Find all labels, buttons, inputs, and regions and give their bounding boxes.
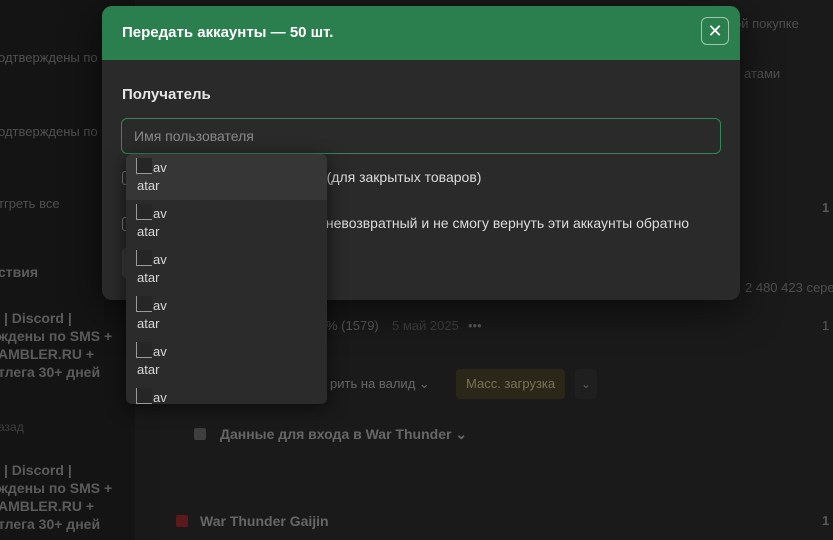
bg-login-data-label: Данные для входа в War Thunder ⌄ — [220, 426, 468, 442]
bg-gamepad-icon — [194, 428, 206, 440]
bg-sidebar-text: тлега 30+ дней — [0, 516, 101, 532]
modal-title: Передать аккаунты — 50 шт. — [122, 24, 334, 41]
bg-sidebar-text: AMBLER.RU + — [0, 498, 95, 514]
suggestion-item[interactable]: av atar — [126, 154, 327, 200]
suggestion-line-2: atar — [137, 362, 160, 377]
avatar — [136, 388, 152, 404]
suggestion-line-1: av — [153, 206, 167, 221]
recipient-input[interactable] — [121, 118, 721, 154]
bg-rating: % (1579) — [326, 318, 379, 333]
modal-header: Передать аккаунты — 50 шт. ✕ — [102, 6, 740, 60]
suggestion-item[interactable]: av atar — [126, 338, 327, 384]
bg-count: 1 — [822, 513, 830, 528]
bg-sidebar-text: ждены по SMS + — [0, 328, 113, 344]
option-2-label: с невозвратный и не смогу вернуть эти ак… — [315, 215, 690, 231]
bg-sidebar-text: тгреть все — [0, 196, 60, 211]
recipient-suggestions-dropdown: av atar av atar av atar av atar av atar … — [126, 154, 327, 404]
avatar — [136, 204, 152, 220]
bg-count: 1 — [822, 200, 830, 215]
bg-sidebar-text: одтверждены по — [0, 124, 98, 139]
bg-game-title: War Thunder Gaijin — [200, 513, 329, 529]
suggestion-line-1: av — [153, 390, 167, 404]
avatar — [136, 158, 152, 174]
bg-bulk-upload-button: Масс. загрузка — [456, 369, 566, 399]
suggestion-line-1: av — [153, 160, 167, 175]
bg-game-icon — [176, 515, 188, 527]
suggestion-item[interactable]: av atar — [126, 292, 327, 338]
bg-sidebar-text: ждены по SMS + — [0, 480, 113, 496]
suggestion-line-1: av — [153, 252, 167, 267]
suggestion-line-2: atar — [137, 178, 160, 193]
suggestion-line-2: atar — [137, 316, 160, 331]
bg-more-dots: ••• — [468, 318, 482, 333]
suggestion-line-2: atar — [137, 224, 160, 239]
bg-sidebar-text: AMBLER.RU + — [0, 346, 95, 362]
close-icon: ✕ — [707, 21, 723, 41]
suggestion-item[interactable]: av atar — [126, 200, 327, 246]
avatar — [136, 342, 152, 358]
bg-sidebar-text: | Discord | — [4, 310, 72, 326]
avatar — [136, 296, 152, 312]
bg-stat-text: 2 480 423 сере — [745, 280, 833, 295]
avatar — [136, 250, 152, 266]
bg-sidebar-heading: ствия — [0, 264, 39, 280]
bg-sidebar-text: азад — [0, 420, 24, 434]
bg-sidebar-text: одтверждены по — [0, 50, 98, 65]
recipient-label: Получатель — [122, 86, 211, 103]
suggestion-line-1: av — [153, 298, 167, 313]
bg-sidebar-text: тлега 30+ дней — [0, 364, 101, 380]
bg-tab-label: атами — [744, 66, 781, 81]
bg-count: 1 — [822, 318, 830, 333]
suggestion-item[interactable]: av atar — [126, 246, 327, 292]
option-1-label: н (для закрытых товаров) — [315, 169, 482, 185]
suggestion-item[interactable]: av — [126, 384, 327, 404]
bg-sidebar-text: | Discord | — [4, 462, 72, 478]
bg-top-right-text: ой покупке — [734, 16, 799, 31]
bg-chevron-down-icon: ⌄ — [575, 369, 597, 399]
suggestion-line-1: av — [153, 344, 167, 359]
bg-date: 5 май 2025 — [392, 318, 459, 333]
suggestion-line-2: atar — [137, 270, 160, 285]
close-button[interactable]: ✕ — [701, 17, 729, 45]
bg-validate-button: рить на валид ⌄ — [330, 376, 430, 391]
